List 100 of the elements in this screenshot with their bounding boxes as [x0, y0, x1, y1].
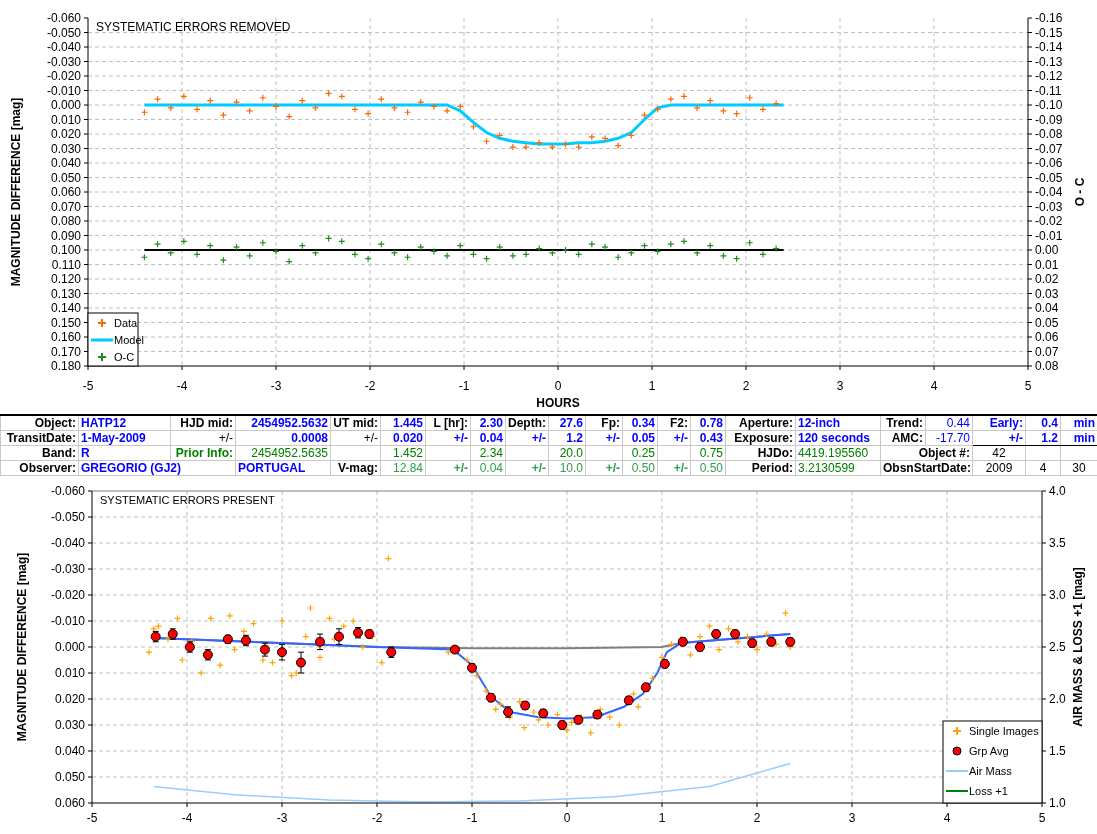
field-label: AMC: [880, 430, 926, 446]
tick-label: 0.060 [54, 796, 85, 810]
tick-label: 0.010 [54, 666, 85, 680]
field-label: L [hr]: [425, 415, 471, 431]
tick-label: 0.05 [1035, 315, 1059, 330]
tick-label: 1 [648, 379, 656, 393]
tick-label: 0.000 [54, 640, 85, 654]
table-cell: 0.04 [470, 430, 506, 446]
tick-label: 5 [1024, 379, 1032, 393]
table-cell: 0.05 [622, 430, 658, 446]
field-label: TransitDate: [0, 430, 79, 446]
tick-label: -4 [176, 379, 188, 393]
table-cell: 0.0008 [235, 430, 331, 446]
field-label: Object #: [880, 445, 973, 461]
axis-title: AIR MASS & LOSS +1 [mag] [1071, 567, 1085, 727]
tick-label: 0.07 [1035, 344, 1059, 359]
table-cell: +/- [425, 430, 471, 446]
tick-label: 0.00 [1035, 243, 1059, 257]
tick-label: 1.5 [1049, 744, 1066, 758]
table-cell: +/- [972, 430, 1026, 446]
table-cell: 12.84 [380, 460, 426, 476]
table-cell: 2.30 [470, 415, 506, 431]
tick-label: -0.11 [1035, 83, 1062, 98]
tick-label: -0.04 [1035, 185, 1063, 199]
tick-label: 0.160 [50, 330, 81, 344]
tick-label: -0.15 [1035, 25, 1063, 40]
tick-label: -0.040 [46, 40, 81, 54]
table-cell: Early: [972, 415, 1026, 431]
tick-label: 0.03 [1035, 286, 1059, 301]
table-cell: 1.2 [1025, 430, 1061, 446]
table-cell: +/- [657, 430, 691, 446]
field-label: Prior Info: [170, 445, 236, 461]
table-cell: 120 seconds [795, 430, 881, 446]
field-label: Period: [725, 460, 796, 476]
table-cell: 2454952.5635 [235, 445, 331, 461]
legend-label: Air Mass [969, 765, 1012, 777]
table-cell: +/- [657, 460, 691, 476]
tick-label: -0.050 [46, 25, 81, 40]
table-cell: 20.0 [548, 445, 586, 461]
tick-label: 0.060 [50, 185, 81, 199]
tick-label: 0.030 [50, 141, 81, 156]
table-cell: 0.020 [380, 430, 426, 446]
legend-label: Model [114, 334, 144, 346]
tick-label: 0.040 [54, 744, 85, 758]
table-cell: 0.04 [470, 460, 506, 476]
tick-label: 0.110 [51, 257, 81, 272]
table-cell: 0.4 [1025, 415, 1061, 431]
tick-label: -0.14 [1035, 40, 1063, 54]
tick-label: -2 [364, 379, 376, 393]
tick-label: 0.020 [50, 127, 81, 141]
tick-label: 4 [943, 811, 951, 825]
tick-label: -0.020 [50, 588, 85, 602]
field-label: V-mag: [330, 460, 381, 476]
tick-label: 3.5 [1049, 536, 1066, 550]
tick-label: -0.050 [50, 510, 85, 524]
tick-label: 0.08 [1035, 359, 1059, 373]
tick-label: -0.02 [1035, 214, 1063, 228]
tick-label: -5 [86, 811, 98, 825]
tick-label: -0.010 [50, 614, 85, 628]
table-cell: 0.43 [690, 430, 726, 446]
tick-label: 0.01 [1035, 257, 1059, 272]
legend-label: Grp Avg [969, 745, 1009, 757]
table-cell: +/- [170, 430, 236, 446]
table-cell: 3.2130599 [795, 460, 881, 476]
table-cell: +/- [505, 430, 549, 446]
legend-label: Data [114, 317, 138, 329]
field-label: UT mid: [330, 415, 381, 431]
field-label: ObsnStartDate: [880, 460, 973, 476]
tick-label: -3 [270, 379, 282, 393]
tick-label: 0.020 [54, 692, 85, 706]
table-cell: 2454952.5632 [235, 415, 331, 431]
table-cell: 0.25 [622, 445, 658, 461]
tick-label: 0 [554, 379, 562, 393]
tick-label: 4.0 [1049, 484, 1066, 498]
tick-label: 3 [836, 379, 844, 393]
field-label: F2: [657, 415, 691, 431]
table-cell: -17.70 [925, 430, 973, 446]
table-cell: +/- [330, 430, 381, 446]
tick-label: -0.030 [46, 54, 81, 69]
tick-label: 0.070 [50, 199, 81, 214]
tick-label: 3 [848, 811, 856, 825]
field-label: HJD mid: [170, 415, 236, 431]
table-cell: HATP12 [78, 415, 171, 431]
tick-label: 0.050 [50, 170, 81, 185]
tick-label: -0.03 [1035, 199, 1063, 214]
axis-title: O - C [1073, 177, 1087, 207]
table-cell: 30 [1060, 460, 1097, 476]
table-cell: 2.34 [470, 445, 506, 461]
table-cell: 2009 [972, 460, 1026, 476]
tick-label: 2 [753, 811, 761, 825]
tick-label: 0.000 [50, 98, 81, 112]
tick-label: -0.13 [1035, 54, 1063, 69]
table-cell: 0.75 [690, 445, 726, 461]
field-label: Fp: [585, 415, 623, 431]
legend-label: Single Images [969, 725, 1039, 737]
tick-label: 0.150 [50, 315, 81, 330]
tick-label: 0.06 [1035, 330, 1059, 344]
table-cell: 0.78 [690, 415, 726, 431]
tick-label: -2 [371, 811, 383, 825]
table-cell: 42 [972, 445, 1026, 461]
